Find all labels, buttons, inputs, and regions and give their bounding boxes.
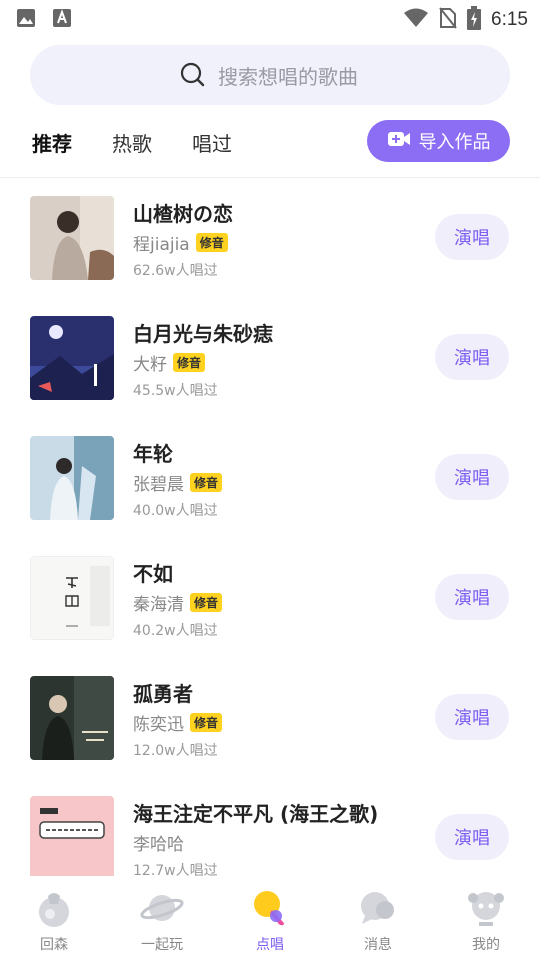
song-item[interactable]: 不如 秦海清 修音 40.2w人唱过 演唱 <box>0 538 540 658</box>
nav-home-label: 回森 <box>40 937 68 953</box>
no-sim-icon <box>439 7 457 33</box>
artist-name: 李哈哈 <box>133 835 184 855</box>
tab-hot-songs[interactable]: 热歌 <box>112 128 152 157</box>
status-bar: 6:15 <box>0 0 540 36</box>
sung-count: 45.5w人唱过 <box>133 383 218 399</box>
song-item[interactable]: 孤勇者 陈奕迅 修音 12.0w人唱过 演唱 <box>0 658 540 778</box>
clock: 6:15 <box>491 9 528 30</box>
song-title: 山楂树の恋 <box>133 202 233 226</box>
category-tabs: 推荐 热歌 唱过 <box>32 124 232 160</box>
tab-recommended[interactable]: 推荐 <box>32 128 72 157</box>
nav-home[interactable]: 回森 <box>0 876 108 960</box>
song-title: 孤勇者 <box>133 682 193 706</box>
video-camera-icon <box>387 129 411 154</box>
font-app-icon <box>52 8 72 32</box>
sing-button[interactable]: 演唱 <box>435 334 509 380</box>
song-meta: 张碧晨 修音 <box>133 470 223 495</box>
album-cover <box>30 556 114 640</box>
song-title: 年轮 <box>133 442 173 466</box>
song-item[interactable]: 海王注定不平凡 (海王之歌) 李哈哈 12.7w人唱过 演唱 <box>0 778 540 876</box>
song-title: 白月光与朱砂痣 <box>133 322 273 346</box>
sing-button[interactable]: 演唱 <box>435 214 509 260</box>
nav-play-together[interactable]: 一起玩 <box>108 876 216 960</box>
song-meta: 大籽 修音 <box>133 350 206 375</box>
tuning-badge: 修音 <box>190 593 223 612</box>
sung-count: 12.7w人唱过 <box>133 863 218 876</box>
nav-profile[interactable]: 我的 <box>432 876 540 960</box>
song-title: 海王注定不平凡 (海王之歌) <box>133 802 379 826</box>
song-meta: 陈奕迅 修音 <box>133 710 223 735</box>
song-item[interactable]: 年轮 张碧晨 修音 40.0w人唱过 演唱 <box>0 418 540 538</box>
tuning-badge: 修音 <box>173 353 206 372</box>
gallery-icon <box>16 8 36 32</box>
sung-count: 12.0w人唱过 <box>133 743 218 759</box>
song-list[interactable]: 山楂树の恋 程jiajia 修音 62.6w人唱过 演唱 白月光与朱砂痣 大籽 … <box>0 178 540 876</box>
sung-count: 62.6w人唱过 <box>133 263 218 279</box>
nav-sing[interactable]: 点唱 <box>216 876 324 960</box>
import-work-label: 导入作品 <box>418 132 491 153</box>
search-bar[interactable]: 搜索想唱的歌曲 <box>30 45 510 105</box>
nav-sing-label: 点唱 <box>256 937 284 953</box>
profile-icon <box>464 886 508 930</box>
nav-messages[interactable]: 消息 <box>324 876 432 960</box>
artist-name: 张碧晨 <box>133 475 184 495</box>
sing-button[interactable]: 演唱 <box>435 454 509 500</box>
album-cover <box>30 676 114 760</box>
sing-button[interactable]: 演唱 <box>435 574 509 620</box>
album-cover <box>30 796 114 876</box>
search-placeholder: 搜索想唱的歌曲 <box>218 64 358 89</box>
song-meta: 程jiajia 修音 <box>133 230 228 255</box>
song-meta: 秦海清 修音 <box>133 590 223 615</box>
sing-button[interactable]: 演唱 <box>435 814 509 860</box>
song-meta: 李哈哈 <box>133 830 184 855</box>
artist-name: 陈奕迅 <box>133 715 184 735</box>
artist-name: 秦海清 <box>133 595 184 615</box>
nav-profile-label: 我的 <box>472 937 500 953</box>
album-cover <box>30 436 114 520</box>
sing-button[interactable]: 演唱 <box>435 694 509 740</box>
song-item[interactable]: 山楂树の恋 程jiajia 修音 62.6w人唱过 演唱 <box>0 178 540 298</box>
tuning-badge: 修音 <box>190 713 223 732</box>
wifi-icon <box>403 8 429 32</box>
artist-name: 大籽 <box>133 355 167 375</box>
tuning-badge: 修音 <box>190 473 223 492</box>
tab-sung[interactable]: 唱过 <box>192 128 232 157</box>
home-icon <box>32 886 76 930</box>
microphone-icon <box>248 886 292 930</box>
battery-icon <box>467 6 482 34</box>
bottom-navigation: 回森 一起玩 点唱 消息 我的 <box>0 876 540 960</box>
sung-count: 40.0w人唱过 <box>133 503 218 519</box>
nav-messages-label: 消息 <box>364 937 392 953</box>
artist-name: 程jiajia <box>133 235 190 255</box>
planet-icon <box>140 886 184 930</box>
tuning-badge: 修音 <box>195 233 228 252</box>
nav-play-together-label: 一起玩 <box>141 937 183 953</box>
message-icon <box>356 886 400 930</box>
import-work-button[interactable]: 导入作品 <box>367 120 510 162</box>
song-item[interactable]: 白月光与朱砂痣 大籽 修音 45.5w人唱过 演唱 <box>0 298 540 418</box>
album-cover <box>30 316 114 400</box>
search-icon <box>180 62 206 88</box>
album-cover <box>30 196 114 280</box>
song-title: 不如 <box>133 562 173 586</box>
sung-count: 40.2w人唱过 <box>133 623 218 639</box>
